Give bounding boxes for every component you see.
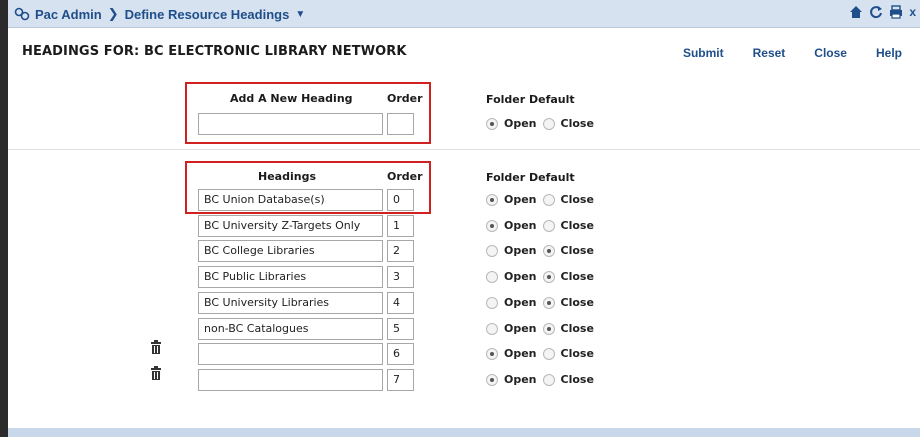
headings-folder-label: Folder Default	[486, 171, 575, 184]
open-label: Open	[504, 244, 537, 257]
headings-order-label: Order	[387, 170, 423, 183]
print-icon[interactable]	[889, 5, 903, 19]
heading-folder-default: Open Close	[486, 193, 594, 206]
open-label: Open	[504, 270, 537, 283]
heading-folder-default: Open Close	[486, 219, 594, 232]
heading-name-input[interactable]: BC College Libraries	[198, 240, 383, 262]
close-label: Close	[560, 193, 594, 206]
heading-order-input[interactable]: 3	[387, 266, 414, 288]
breadcrumb-page[interactable]: Define Resource Headings	[125, 7, 290, 22]
heading-folder-default: Open Close	[486, 322, 594, 335]
heading-order-input[interactable]: 5	[387, 318, 414, 340]
headings-label: Headings	[258, 170, 316, 183]
new-heading-folder-label: Folder Default	[486, 93, 575, 106]
open-label: Open	[504, 117, 537, 130]
section-divider	[8, 149, 920, 150]
breadcrumb-app[interactable]: Pac Admin	[35, 7, 102, 22]
close-radio[interactable]	[542, 296, 555, 309]
open-radio[interactable]	[486, 193, 498, 206]
toolbar: Submit Reset Close Help	[683, 46, 902, 60]
open-label: Open	[504, 322, 537, 335]
heading-folder-default: Open Close	[486, 244, 594, 257]
close-label: Close	[560, 270, 594, 283]
close-radio[interactable]	[542, 373, 555, 386]
open-radio[interactable]	[486, 296, 498, 309]
chevron-right-icon: ❯	[107, 6, 119, 21]
heading-folder-default: Open Close	[486, 373, 594, 386]
close-label: Close	[560, 347, 594, 360]
heading-order-input[interactable]: 7	[387, 369, 414, 391]
close-radio[interactable]	[542, 322, 555, 335]
submit-button[interactable]: Submit	[683, 46, 724, 60]
close-label: Close	[560, 322, 594, 335]
breadcrumb: Pac Admin ❯ Define Resource Headings ▼	[14, 6, 305, 22]
close-label: Close	[560, 219, 594, 232]
title-bar: Pac Admin ❯ Define Resource Headings ▼ x	[8, 0, 920, 28]
heading-order-input[interactable]: 6	[387, 343, 414, 365]
new-heading-order-label: Order	[387, 92, 423, 105]
open-radio[interactable]	[486, 244, 498, 257]
open-radio[interactable]	[486, 270, 498, 283]
heading-folder-default: Open Close	[486, 347, 594, 360]
open-radio[interactable]	[486, 322, 498, 335]
heading-name-input[interactable]: non-BC Catalogues	[198, 318, 383, 340]
heading-order-input[interactable]: 4	[387, 292, 414, 314]
close-radio[interactable]	[542, 244, 555, 257]
close-radio[interactable]	[542, 219, 555, 232]
heading-name-input[interactable]: BC Public Libraries	[198, 266, 383, 288]
heading-name-input[interactable]: BC University Z-Targets Only	[198, 215, 383, 237]
new-heading-order-input[interactable]	[387, 113, 414, 135]
close-radio[interactable]	[542, 347, 555, 360]
heading-name-input[interactable]	[198, 343, 383, 365]
open-radio[interactable]	[486, 373, 498, 386]
trash-icon[interactable]	[150, 366, 162, 380]
new-heading-input[interactable]	[198, 113, 383, 135]
close-label: Close	[560, 244, 594, 257]
new-heading-folder-default: Open Close	[486, 117, 594, 130]
reset-button[interactable]: Reset	[753, 46, 786, 60]
open-radio[interactable]	[486, 117, 498, 130]
heading-order-input[interactable]: 1	[387, 215, 414, 237]
heading-folder-default: Open Close	[486, 296, 594, 309]
refresh-icon[interactable]	[869, 5, 883, 19]
heading-name-input[interactable]	[198, 369, 383, 391]
close-label: Close	[560, 117, 594, 130]
heading-order-input[interactable]: 0	[387, 189, 414, 211]
close-label: Close	[560, 296, 594, 309]
link-icon	[14, 7, 30, 21]
close-button[interactable]: Close	[814, 46, 847, 60]
close-icon[interactable]: x	[909, 5, 916, 19]
close-label: Close	[560, 373, 594, 386]
open-label: Open	[504, 296, 537, 309]
close-radio[interactable]	[542, 117, 555, 130]
heading-name-input[interactable]: BC University Libraries	[198, 292, 383, 314]
chevron-down-icon[interactable]: ▼	[295, 9, 305, 20]
heading-folder-default: Open Close	[486, 270, 594, 283]
home-icon[interactable]	[849, 5, 863, 19]
open-label: Open	[504, 373, 537, 386]
trash-icon[interactable]	[150, 340, 162, 354]
window-controls: x	[849, 5, 916, 19]
app-window	[0, 0, 920, 437]
open-label: Open	[504, 193, 537, 206]
heading-name-input[interactable]: BC Union Database(s)	[198, 189, 383, 211]
open-label: Open	[504, 219, 537, 232]
status-bar	[8, 428, 920, 437]
open-radio[interactable]	[486, 347, 498, 360]
close-radio[interactable]	[542, 193, 555, 206]
close-radio[interactable]	[542, 270, 555, 283]
open-label: Open	[504, 347, 537, 360]
new-heading-label: Add A New Heading	[230, 92, 353, 105]
heading-order-input[interactable]: 2	[387, 240, 414, 262]
page-title: HEADINGS FOR: BC ELECTRONIC LIBRARY NETW…	[22, 44, 407, 59]
open-radio[interactable]	[486, 219, 498, 232]
help-button[interactable]: Help	[876, 46, 902, 60]
